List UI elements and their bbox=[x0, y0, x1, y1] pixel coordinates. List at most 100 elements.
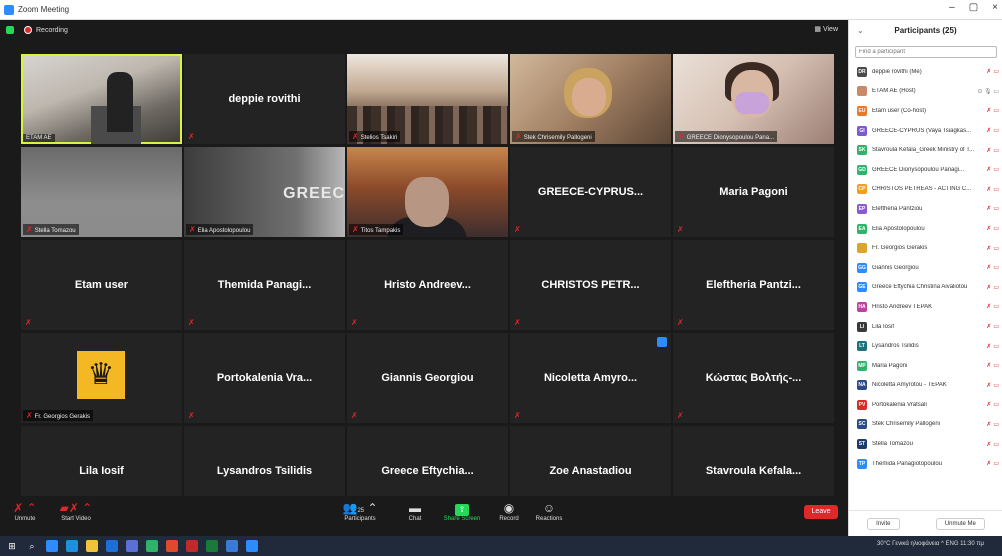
video-tile[interactable]: Nicoletta Amyro... ✗ bbox=[510, 333, 671, 423]
participant-row[interactable]: LI Lila Iosif ✗ ▭ bbox=[849, 317, 1002, 337]
participant-row[interactable]: NA Nicoletta Amyrotou - TEPAK ✗ ▭ bbox=[849, 376, 1002, 396]
windows-start-icon[interactable]: ⊞ bbox=[6, 540, 18, 552]
edge-browser-icon[interactable] bbox=[46, 540, 58, 552]
muted-mic-icon: ✗ bbox=[986, 69, 992, 76]
face-mask bbox=[735, 92, 769, 114]
muted-mic-icon: ✗ bbox=[986, 284, 992, 291]
video-tile[interactable]: Portokalenia Vra... ✗ bbox=[184, 333, 345, 423]
security-shield-icon[interactable] bbox=[6, 26, 14, 34]
participant-row[interactable]: ST Stella Tomazou ✗ ▭ bbox=[849, 434, 1002, 454]
participant-row[interactable]: GE Greece Eftychia Christina Aivaliotou ✗ ▭ bbox=[849, 278, 1002, 298]
participants-title: Participants (25) bbox=[894, 25, 957, 35]
video-tile[interactable]: ETAM AE bbox=[21, 54, 182, 144]
app-icon[interactable] bbox=[66, 540, 78, 552]
video-tile[interactable]: ✗ GREECE Dionysopoulou Pana... bbox=[673, 54, 834, 144]
muted-mic-icon: ✗ bbox=[188, 318, 195, 327]
participant-row[interactable]: MP Maria Pagoni ✗ ▭ bbox=[849, 356, 1002, 376]
close-icon[interactable]: × bbox=[992, 2, 998, 13]
participant-row[interactable]: PV Portokalenia Vratsali ✗ ▭ bbox=[849, 395, 1002, 415]
leave-button[interactable]: Leave bbox=[804, 505, 838, 519]
maximize-icon[interactable]: ▢ bbox=[969, 2, 978, 13]
video-tile[interactable]: Hristo Andreev... ✗ bbox=[347, 240, 508, 330]
video-tile[interactable]: Etam user ✗ bbox=[21, 240, 182, 330]
invite-button[interactable]: Invite bbox=[867, 517, 900, 530]
video-tile[interactable]: Giannis Georgiou ✗ bbox=[347, 333, 508, 423]
view-button[interactable]: ▦ View bbox=[814, 25, 838, 33]
participant-row[interactable]: SC Stek Chrisemily Pallogeni ✗ ▭ bbox=[849, 415, 1002, 435]
participant-row[interactable]: Fr. Georgios Gerakis ✗ ▭ bbox=[849, 238, 1002, 258]
participant-status-icons: ✗ ▭ bbox=[986, 186, 999, 193]
participant-row[interactable]: EU Etam user (Co-host) ✗ ▭ bbox=[849, 101, 1002, 121]
unmute-button[interactable]: ✗ ⌃ Unmute bbox=[10, 500, 40, 522]
search-icon[interactable]: ⌕ bbox=[26, 540, 38, 552]
eagle-crest-icon: ♛ bbox=[77, 351, 125, 399]
muted-mic-icon: ✗ bbox=[986, 226, 992, 233]
participant-name: Hristo Andreev TEPAK bbox=[872, 303, 933, 310]
chrome-icon[interactable] bbox=[166, 540, 178, 552]
video-tile[interactable]: deppie rovithi ✗ bbox=[184, 54, 345, 144]
app-icon[interactable] bbox=[146, 540, 158, 552]
reactions-button[interactable]: ☺ Reactions bbox=[532, 500, 566, 522]
meeting-area: Recording ▦ View ETAM AE deppie rovithi … bbox=[0, 20, 848, 536]
video-tile[interactable]: ✗ Stella Tomazou bbox=[21, 147, 182, 237]
tile-center-name: Eleftheria Pantzi... bbox=[706, 279, 801, 291]
app-icon[interactable] bbox=[106, 540, 118, 552]
tile-center-name: CHRISTOS PETR... bbox=[541, 279, 640, 291]
share-screen-button[interactable]: ⇧ Share Screen bbox=[440, 500, 484, 522]
video-tile[interactable]: ♛ ✗ Fr. Georgios Gerakis bbox=[21, 333, 182, 423]
app-icon[interactable] bbox=[206, 540, 218, 552]
participant-status-icons: ✗ ▭ bbox=[986, 382, 999, 389]
video-tile[interactable]: GREECE-CYPRUS... ✗ bbox=[510, 147, 671, 237]
app-icon[interactable] bbox=[226, 540, 238, 552]
participant-face bbox=[572, 78, 606, 116]
minimize-icon[interactable]: – bbox=[949, 2, 955, 13]
participant-row[interactable]: ETAM AE (Host) ⊙ 🎙 ▭ bbox=[849, 82, 1002, 102]
meeting-toolbar: ✗ ⌃ Unmute ▰✗ ⌃ Start Video 👥25 ⌃ Partic… bbox=[0, 496, 848, 536]
muted-mic-icon: ✗ bbox=[514, 318, 521, 327]
video-tile[interactable]: Eleftheria Pantzi... ✗ bbox=[673, 240, 834, 330]
recording-icon bbox=[24, 26, 32, 34]
participant-row[interactable]: DR deppie rovithi (Me) ✗ ▭ bbox=[849, 62, 1002, 82]
start-video-button[interactable]: ▰✗ ⌃ Start Video bbox=[54, 500, 98, 522]
video-tile[interactable]: Κώστας Βολτής-... ✗ bbox=[673, 333, 834, 423]
tile-name-label: ✗ Stek Chrisemily Pallogeni bbox=[512, 131, 595, 142]
participant-row[interactable]: CP CHRISTOS PETREAS - ACTING C... ✗ ▭ bbox=[849, 180, 1002, 200]
chevron-down-icon[interactable]: ⌄ bbox=[857, 26, 864, 35]
participant-row[interactable]: EA Elia Apostolopoulou ✗ ▭ bbox=[849, 219, 1002, 239]
background-text: GREEC bbox=[283, 185, 345, 202]
app-icon[interactable] bbox=[126, 540, 138, 552]
participant-name: Greece Eftychia Christina Aivaliotou bbox=[872, 284, 968, 291]
video-tile[interactable]: CHRISTOS PETR... ✗ bbox=[510, 240, 671, 330]
participant-row[interactable]: GD GREECE Dionysopoulou Panagi... ✗ ▭ bbox=[849, 160, 1002, 180]
chat-button[interactable]: ▬ Chat bbox=[402, 500, 428, 522]
video-tile[interactable]: Themida Panagi... ✗ bbox=[184, 240, 345, 330]
participant-status-icons: ✗ ▭ bbox=[986, 147, 999, 154]
tile-center-name: GREECE-CYPRUS... bbox=[537, 186, 644, 198]
participant-row[interactable]: EP Eleftheria Pantziou ✗ ▭ bbox=[849, 199, 1002, 219]
participant-name: Lysandros Tsilidis bbox=[872, 343, 919, 350]
muted-mic-icon: ✗ ⌃ bbox=[13, 501, 37, 515]
zoom-taskbar-icon[interactable] bbox=[246, 540, 258, 552]
pdf-reader-icon[interactable] bbox=[186, 540, 198, 552]
participants-button[interactable]: 👥25 ⌃ Participants bbox=[338, 500, 382, 522]
participant-row[interactable]: TP Themida Panagiotopoulou ✗ ▭ bbox=[849, 454, 1002, 474]
video-tile[interactable]: ✗ Stelios Tsakiri bbox=[347, 54, 508, 144]
video-tile[interactable]: GREEC ✗ Elia Apostolopoulou bbox=[184, 147, 345, 237]
participant-row[interactable]: HA Hristo Andreev TEPAK ✗ ▭ bbox=[849, 297, 1002, 317]
file-explorer-icon[interactable] bbox=[86, 540, 98, 552]
participant-row[interactable]: SK Stavroula Kefala_Greek Ministry of T..… bbox=[849, 140, 1002, 160]
participant-name: Themida Panagiotopoulou bbox=[872, 460, 943, 467]
participant-avatar: SK bbox=[857, 145, 867, 156]
video-tile[interactable]: ✗ Titos Tampakis bbox=[347, 147, 508, 237]
video-off-icon: ▭ bbox=[993, 128, 999, 135]
muted-mic-icon: ✗ bbox=[986, 206, 992, 213]
participant-avatar: ST bbox=[857, 439, 867, 450]
unmute-me-button[interactable]: Unmute Me bbox=[935, 517, 985, 530]
participant-search-input[interactable] bbox=[855, 46, 997, 58]
video-tile[interactable]: Maria Pagoni ✗ bbox=[673, 147, 834, 237]
participant-row[interactable]: GG Giannis Georgiou ✗ ▭ bbox=[849, 258, 1002, 278]
participant-row[interactable]: GI GREECE-CYPRUS (Vaya Tsiagkas... ✗ ▭ bbox=[849, 121, 1002, 141]
participant-row[interactable]: LT Lysandros Tsilidis ✗ ▭ bbox=[849, 336, 1002, 356]
record-button[interactable]: ◉ Record bbox=[496, 500, 522, 522]
video-tile[interactable]: ✗ Stek Chrisemily Pallogeni bbox=[510, 54, 671, 144]
